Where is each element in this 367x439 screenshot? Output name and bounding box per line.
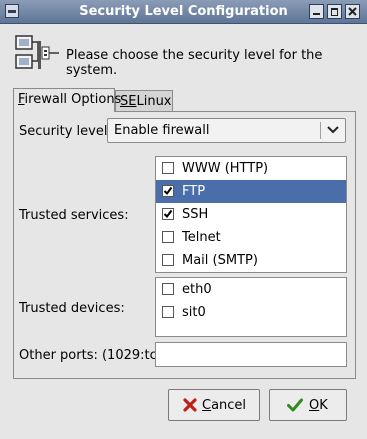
tab-label: irewall Options <box>24 92 122 107</box>
list-item-label: eth0 <box>182 282 212 297</box>
list-item[interactable]: sit0 <box>156 301 346 324</box>
list-item-label: SSH <box>182 207 209 222</box>
other-ports-label: Other ports: (1029:tcp) <box>19 348 171 363</box>
trusted-services-label: Trusted services: <box>19 208 129 223</box>
list-item[interactable]: Mail (SMTP) <box>156 249 346 272</box>
checkmark-icon <box>163 186 173 196</box>
checkbox[interactable] <box>162 208 174 220</box>
list-item-label: Mail (SMTP) <box>182 253 258 268</box>
checkbox[interactable] <box>162 283 174 295</box>
list-item-label: Telnet <box>182 230 221 245</box>
list-item[interactable]: FTP <box>156 180 346 203</box>
list-item-label: WWW (HTTP) <box>182 161 269 176</box>
cancel-button[interactable]: Cancel <box>168 389 260 421</box>
checkbox[interactable] <box>162 306 174 318</box>
tab-mnemonic: SE <box>120 94 137 109</box>
list-item[interactable]: SSH <box>156 203 346 226</box>
checkmark-icon <box>287 398 303 412</box>
tab-selinux[interactable]: SELinux <box>115 90 173 112</box>
minimize-button[interactable] <box>309 4 324 19</box>
network-security-icon <box>15 35 59 69</box>
ok-button[interactable]: OK <box>269 389 347 421</box>
checkbox[interactable] <box>162 231 174 243</box>
maximize-button[interactable] <box>327 4 342 19</box>
close-window-button[interactable] <box>345 4 360 19</box>
trusted-devices-label: Trusted devices: <box>19 301 125 316</box>
checkmark-icon <box>163 209 173 219</box>
header-instruction: Please choose the security level for the… <box>66 48 323 78</box>
list-item-label: FTP <box>182 184 206 199</box>
security-level-combo[interactable]: Enable firewall <box>107 118 346 143</box>
tab-label: Linux <box>136 94 172 109</box>
list-item[interactable]: Telnet <box>156 226 346 249</box>
cancel-x-icon <box>183 398 197 412</box>
security-level-value: Enable firewall <box>114 123 210 138</box>
ok-button-label: OK <box>309 398 328 413</box>
trusted-services-list[interactable]: WWW (HTTP) FTP SSH Telnet Mail (SMTP) <box>155 156 347 273</box>
list-item[interactable]: WWW (HTTP) <box>156 157 346 180</box>
checkbox[interactable] <box>162 185 174 197</box>
checkbox[interactable] <box>162 162 174 174</box>
security-level-label: Security level: <box>19 124 112 139</box>
cancel-button-label: Cancel <box>202 398 247 413</box>
close-icon <box>348 7 357 16</box>
combo-separator <box>320 122 321 139</box>
trusted-devices-list[interactable]: eth0 sit0 <box>155 277 347 337</box>
list-item[interactable]: eth0 <box>156 278 346 301</box>
title-bar[interactable]: Security Level Configuration <box>0 0 367 24</box>
list-item-label: sit0 <box>182 305 206 320</box>
other-ports-input[interactable] <box>155 342 347 367</box>
tab-firewall-options[interactable]: Firewall Options <box>13 88 121 112</box>
checkbox[interactable] <box>162 254 174 266</box>
chevron-down-icon <box>327 126 339 134</box>
